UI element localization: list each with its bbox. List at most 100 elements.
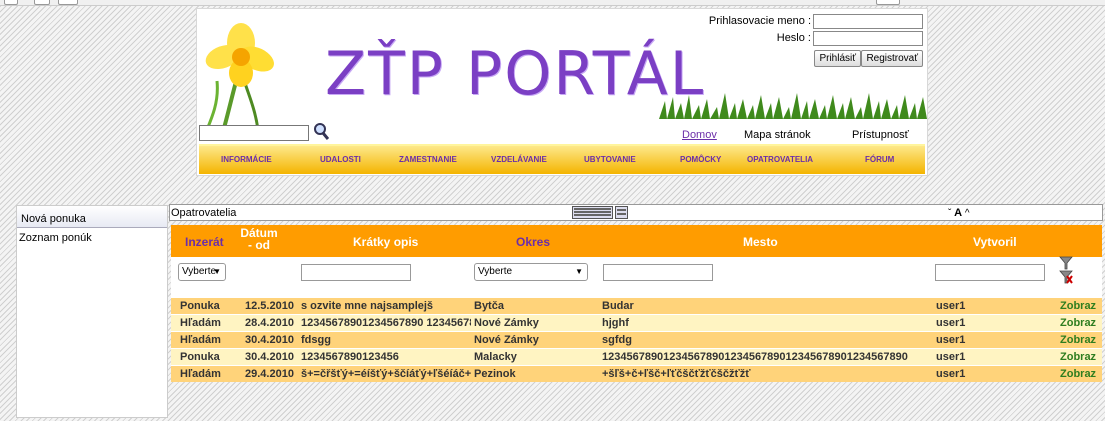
search-icon[interactable] (313, 122, 329, 140)
column-header-type[interactable]: Inzerát (185, 235, 224, 249)
cell-district: Nové Zámky (474, 334, 539, 346)
font-increase-button[interactable]: ^ (965, 208, 970, 219)
cell-date: 30.4.2010 (245, 334, 294, 346)
cell-type: Ponuka (180, 300, 220, 312)
nav-item-forum[interactable]: FÓRUM (865, 155, 894, 164)
font-decrease-button[interactable]: ˇ (948, 208, 951, 219)
district-filter-value: Vyberte (478, 266, 513, 277)
view-link[interactable]: Zobraz (1060, 368, 1096, 380)
username-label: Prihlasovacie meno : (708, 15, 811, 27)
toolbar-button[interactable] (876, 0, 900, 5)
cell-created-by: user1 (936, 334, 966, 346)
toolbar-button[interactable] (34, 0, 50, 5)
sidebar: Nová ponuka Zoznam ponúk (16, 205, 168, 418)
cell-date: 12.5.2010 (245, 300, 294, 312)
cell-description: fdsgg (301, 334, 331, 346)
browser-toolbar-strip (0, 0, 1105, 6)
cell-type: Hľadám (180, 368, 221, 380)
listing-table: Inzerát Dátum - od Krátky opis Okres Mes… (171, 225, 1102, 382)
cell-city: sgfdg (602, 334, 632, 346)
sidebar-item-new-offer[interactable]: Nová ponuka (17, 206, 167, 228)
cell-type: Ponuka (180, 351, 220, 363)
cell-district: Bytča (474, 300, 504, 312)
toolbar-button[interactable] (58, 0, 78, 5)
register-button[interactable]: Registrovať (861, 50, 923, 67)
cell-district: Nové Zámky (474, 317, 539, 329)
column-header-date[interactable]: Dátum - od (237, 227, 281, 251)
keyboard-icon[interactable] (572, 206, 628, 219)
breadcrumb: Opatrovatelia (171, 207, 237, 219)
cell-date: 29.4.2010 (245, 368, 294, 380)
column-header-created-by[interactable]: Vytvoril (973, 235, 1017, 249)
nav-item-informacie[interactable]: INFORMÁCIE (221, 155, 272, 164)
nav-item-zamestnanie[interactable]: ZAMESTNANIE (399, 155, 457, 164)
login-button[interactable]: Prihlásiť (814, 50, 861, 67)
table-row[interactable]: Hľadám 29.4.2010 š+=čřšťý+=éíšťý+ščíáťý+ľš… (171, 365, 1102, 382)
nav-item-pomocky[interactable]: POMÔCKY (680, 155, 721, 164)
filter-clear-icon[interactable] (1059, 270, 1073, 284)
link-accessibility[interactable]: Prístupnosť (852, 129, 909, 141)
column-header-district[interactable]: Okres (516, 235, 550, 249)
view-link[interactable]: Zobraz (1060, 317, 1096, 329)
cell-created-by: user1 (936, 368, 966, 380)
main-nav: INFORMÁCIE UDALOSTI ZAMESTNANIE VZDELÁVA… (199, 144, 925, 174)
password-input[interactable] (813, 31, 923, 46)
view-link[interactable]: Zobraz (1060, 351, 1096, 363)
view-link[interactable]: Zobraz (1060, 334, 1096, 346)
cell-description: š+=čřšťý+=éíšťý+ščíáťý+ľšéíáč+ (301, 368, 471, 380)
table-row[interactable]: Ponuka 12.5.2010 s ozvite mne najsamplejš B… (171, 297, 1102, 314)
username-input[interactable] (813, 14, 923, 29)
cell-description: s ozvite mne najsamplejš (301, 300, 434, 312)
cell-date: 30.4.2010 (245, 351, 294, 363)
cell-city: 1234567890123456789012345678901234567890… (602, 351, 908, 363)
cell-type: Hľadám (180, 317, 221, 329)
toolbar-button[interactable] (4, 0, 18, 5)
cell-description: 12345678901234567890 1234567890 (301, 317, 471, 329)
city-filter-input[interactable] (603, 264, 713, 281)
cell-created-by: user1 (936, 300, 966, 312)
table-row[interactable]: Hľadám 30.4.2010 fdsgg Nové Zámky sgfdg user1… (171, 331, 1102, 348)
view-link[interactable]: Zobraz (1060, 300, 1096, 312)
table-row[interactable]: Ponuka 30.4.2010 1234567890123456 Malacky 12… (171, 348, 1102, 365)
cell-created-by: user1 (936, 317, 966, 329)
filter-apply-icon[interactable] (1059, 256, 1073, 270)
nav-item-udalosti[interactable]: UDALOSTI (320, 155, 361, 164)
link-sitemap[interactable]: Mapa stránok (744, 129, 811, 141)
chevron-down-icon: ▼ (575, 267, 583, 276)
cell-date: 28.4.2010 (245, 317, 294, 329)
logo-text: ZŤP PORTÁL (325, 39, 706, 109)
type-filter-select[interactable]: Vyberte ▼ (178, 263, 226, 281)
cell-district: Pezinok (474, 368, 516, 380)
description-filter-input[interactable] (301, 264, 411, 281)
nav-item-opatrovatelia[interactable]: OPATROVATELIA (747, 155, 813, 164)
cell-city: Budar (602, 300, 634, 312)
username-row: Prihlasovacie meno : (623, 14, 923, 29)
font-size-label: A (954, 207, 963, 219)
breadcrumb-bar: Opatrovatelia ˇ A ^ (169, 204, 1103, 221)
sidebar-item-offer-list[interactable]: Zoznam ponúk (17, 232, 92, 244)
creator-filter-input[interactable] (935, 264, 1045, 281)
site-header: ZŤP PORTÁL Prihlasovacie meno : Heslo : … (196, 8, 928, 176)
password-label: Heslo : (776, 32, 811, 44)
chevron-down-icon: ▼ (213, 267, 221, 276)
district-filter-select[interactable]: Vyberte ▼ (474, 263, 588, 281)
daffodil-logo-image (201, 23, 274, 140)
link-home[interactable]: Domov (682, 129, 717, 141)
column-header-city[interactable]: Mesto (743, 235, 778, 249)
type-filter-value: Vyberte (182, 266, 217, 277)
font-size-control: ˇ A ^ (948, 207, 970, 219)
cell-description: 1234567890123456 (301, 351, 399, 363)
table-header: Inzerát Dátum - od Krátky opis Okres Mes… (171, 225, 1102, 257)
cell-district: Malacky (474, 351, 517, 363)
cell-city: hjghf (602, 317, 629, 329)
password-row: Heslo : (623, 31, 923, 46)
nav-item-ubytovanie[interactable]: UBYTOVANIE (584, 155, 636, 164)
nav-item-vzdelavanie[interactable]: VZDELÁVANIE (491, 155, 547, 164)
cell-city: +šľš+č+ľšč+ľťčščťžťčščžťžť (602, 368, 751, 380)
cell-type: Hľadám (180, 334, 221, 346)
table-row[interactable]: Hľadám 28.4.2010 12345678901234567890 1234… (171, 314, 1102, 331)
cell-created-by: user1 (936, 351, 966, 363)
column-header-description[interactable]: Krátky opis (353, 235, 418, 249)
filter-icons (1059, 256, 1073, 284)
search-input[interactable] (199, 125, 309, 141)
